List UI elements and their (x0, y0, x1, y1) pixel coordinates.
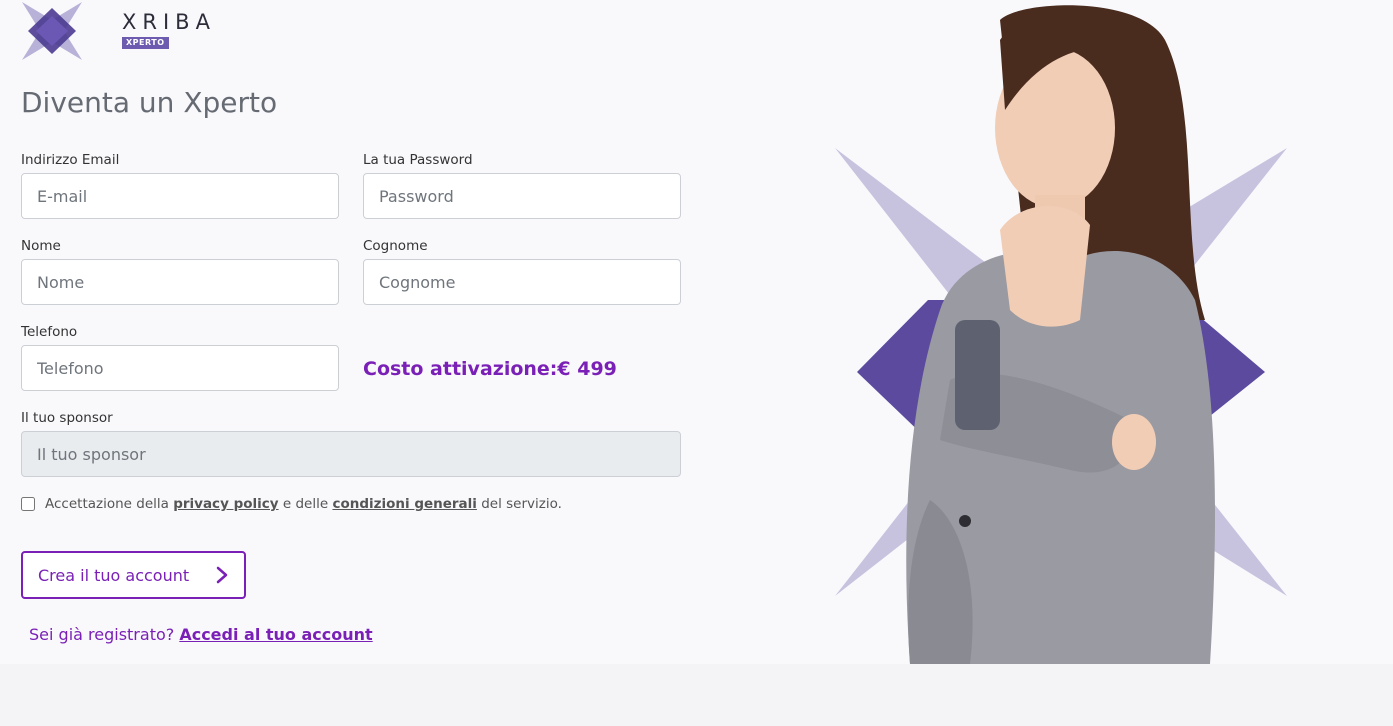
footer-band (0, 664, 1393, 726)
activation-cost: Costo attivazione:€ 499 (363, 358, 617, 380)
password-label: La tua Password (363, 152, 473, 168)
phone-label: Telefono (21, 324, 78, 340)
sponsor-label: Il tuo sponsor (21, 410, 113, 426)
create-account-button[interactable]: Crea il tuo account (21, 551, 246, 599)
brand-badge: XPERTO (122, 37, 169, 49)
hero-illustration (835, 5, 1287, 664)
first-name-field[interactable] (21, 259, 339, 305)
chevron-right-icon (216, 566, 228, 584)
sponsor-field (21, 431, 681, 477)
person-illustration (906, 5, 1215, 664)
brand-star-icon (22, 2, 82, 60)
first-name-label: Nome (21, 238, 61, 254)
signin-prompt: Sei già registrato? Accedi al tuo accoun… (29, 625, 373, 644)
brand-name: XRIBA (122, 10, 216, 34)
password-field[interactable] (363, 173, 681, 219)
terms-prefix: Accettazione della (45, 496, 174, 512)
create-account-label: Crea il tuo account (38, 565, 190, 585)
privacy-policy-link[interactable]: privacy policy (173, 496, 278, 512)
general-conditions-link[interactable]: condizioni generali (332, 496, 477, 512)
terms-middle: e delle (278, 496, 333, 512)
email-field[interactable] (21, 173, 339, 219)
last-name-field[interactable] (363, 259, 681, 305)
terms-checkbox[interactable] (21, 497, 35, 511)
phone-field[interactable] (21, 345, 339, 391)
signin-prompt-text: Sei già registrato? (29, 625, 180, 644)
email-label: Indirizzo Email (21, 152, 120, 168)
terms-text: Accettazione della privacy policy e dell… (45, 496, 562, 512)
terms-suffix: del servizio. (476, 496, 562, 512)
page-title: Diventa un Xperto (21, 86, 278, 119)
signin-link[interactable]: Accedi al tuo account (179, 625, 372, 644)
signup-section: XRIBA XPERTO Diventa un Xperto Indirizzo… (0, 0, 1393, 664)
last-name-label: Cognome (363, 238, 428, 254)
